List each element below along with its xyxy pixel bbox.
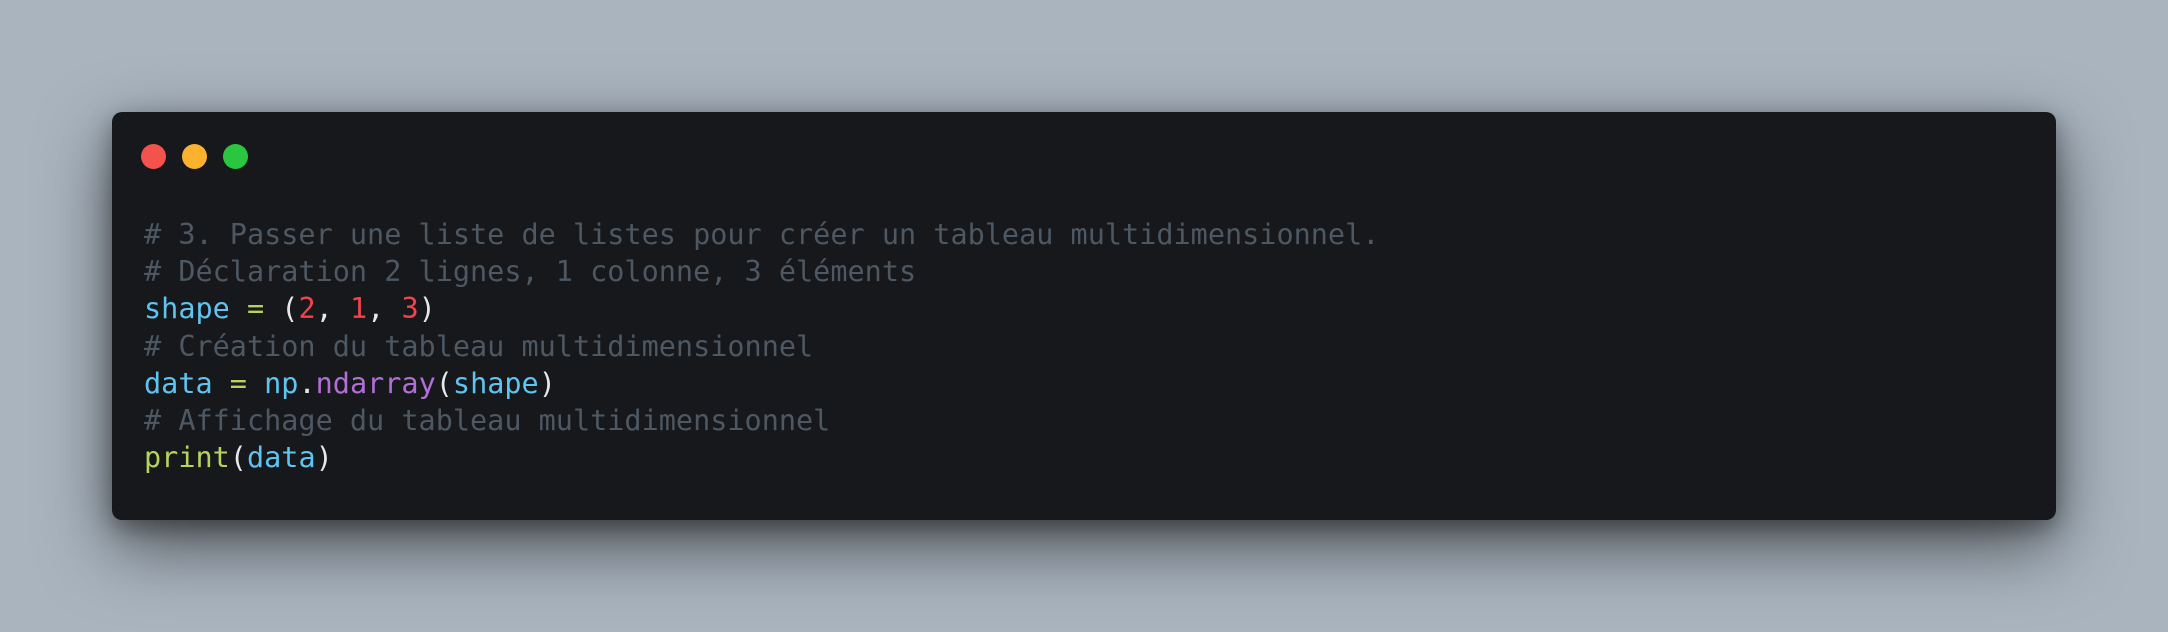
code-line-6: # Affichage du tableau multidimensionnel [144,402,1379,439]
operator-token: = [212,366,265,400]
operator-token: = [229,292,282,326]
paren-token: ) [315,441,333,475]
code-line-1: # 3. Passer une liste de listes pour cré… [144,216,1379,253]
comment-text: # Affichage du tableau multidimensionnel [144,403,831,437]
code-line-7: print(data) [144,439,1379,476]
variable-token: shape [144,292,230,326]
function-token: ndarray [315,366,436,400]
code-window: # 3. Passer une liste de listes pour cré… [112,112,2056,520]
separator-token: , [315,292,350,326]
code-line-4: # Création du tableau multidimensionnel [144,328,1379,365]
paren-token: ( [229,441,247,475]
number-token: 3 [401,292,419,326]
variable-token: data [144,366,213,400]
close-dot-icon[interactable] [141,144,166,169]
separator-token: , [367,292,402,326]
paren-token: ) [418,292,436,326]
window-controls [141,144,248,169]
argument-token: shape [452,366,539,400]
comment-text: # 3. Passer une liste de listes pour cré… [144,218,1380,251]
code-block: # 3. Passer une liste de listes pour cré… [144,216,1379,476]
page-background: { "window_controls": { "close_color": "#… [0,0,2168,632]
code-line-2: # Déclaration 2 lignes, 1 colonne, 3 élé… [144,253,1379,290]
paren-token: ) [538,366,556,400]
number-token: 1 [349,292,368,326]
argument-token: data [246,441,316,475]
code-line-3: shape = (2, 1, 3) [144,290,1379,327]
dot-token: . [298,366,316,400]
builtin-function-token: print [144,441,230,475]
maximize-dot-icon[interactable] [223,144,248,169]
comment-text: # Déclaration 2 lignes, 1 colonne, 3 élé… [144,255,917,289]
module-token: np [264,366,299,400]
comment-text: # Création du tableau multidimensionnel [144,329,814,363]
paren-token: ( [435,366,453,400]
code-line-5: data = np.ndarray(shape) [144,365,1379,402]
number-token: 2 [298,292,316,326]
minimize-dot-icon[interactable] [182,144,207,169]
paren-token: ( [281,292,299,326]
